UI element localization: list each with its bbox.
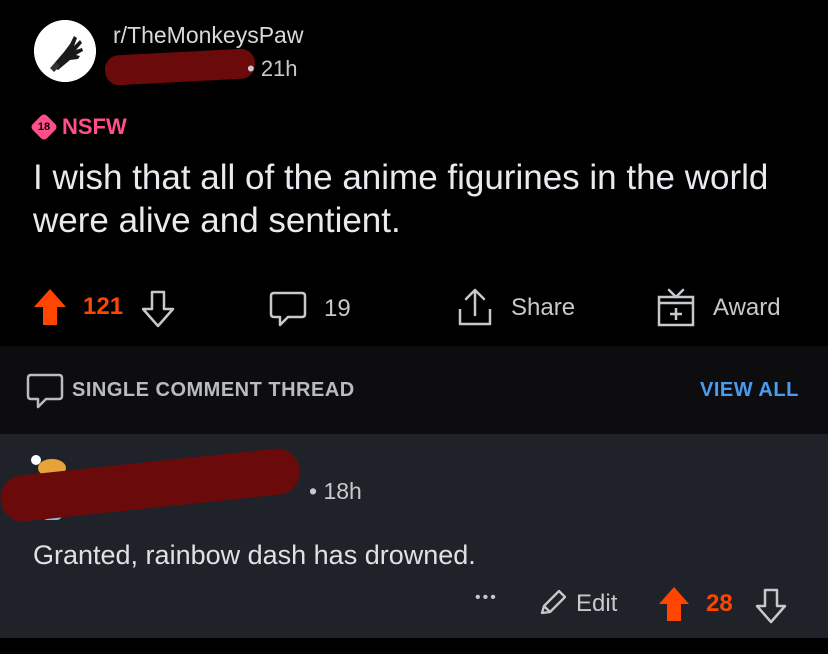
upvote-button[interactable] [32,287,68,327]
share-label: Share [511,294,576,321]
redacted-username [104,48,256,86]
comments-button[interactable]: 19 [268,289,351,329]
comment-upvote-icon [659,587,689,621]
share-icon [458,288,492,326]
edit-label: Edit [576,590,618,617]
edit-button[interactable]: Edit [536,587,617,621]
post-actions: 121 19 Share Award [0,285,828,331]
comment-downvote-icon [755,588,787,624]
award-label: Award [713,294,781,321]
more-options-button[interactable]: ••• [475,589,498,607]
upvote-count: 121 [83,293,124,320]
nsfw-label: NSFW [62,114,127,139]
award-button[interactable]: Award [655,287,781,329]
upvote-icon [34,289,66,325]
gift-icon [657,288,695,327]
post-time: • 21h [247,56,298,81]
comment-upvote-button[interactable] [657,585,691,623]
downvote-button[interactable] [140,289,176,329]
share-button[interactable]: Share [455,287,575,329]
comment-icon [269,291,307,327]
subreddit-avatar[interactable] [34,20,96,82]
post-card: r/TheMonkeysPaw • 21h 18 NSFW I wish tha… [0,0,828,346]
bottom-strip [0,638,828,654]
subreddit-name[interactable]: r/TheMonkeysPaw [113,22,303,49]
downvote-icon [141,290,175,328]
pencil-icon [540,589,567,615]
view-all-link[interactable]: VIEW ALL [700,379,799,402]
nsfw-icon-number: 18 [37,121,51,133]
comment-upvote-count: 28 [706,590,733,617]
single-comment-thread-label: SINGLE COMMENT THREAD [72,379,355,401]
comment-thread-icon [26,373,64,409]
more-icon: ••• [475,589,498,606]
comment-count: 19 [324,295,351,322]
comment-time: • 18h [309,478,362,504]
comment-actions: ••• Edit 28 [0,585,828,625]
post-title[interactable]: I wish that all of the anime figurines i… [33,156,793,242]
comment-body: Granted, rainbow dash has drowned. [33,540,476,570]
comment-downvote-button[interactable] [754,587,788,625]
